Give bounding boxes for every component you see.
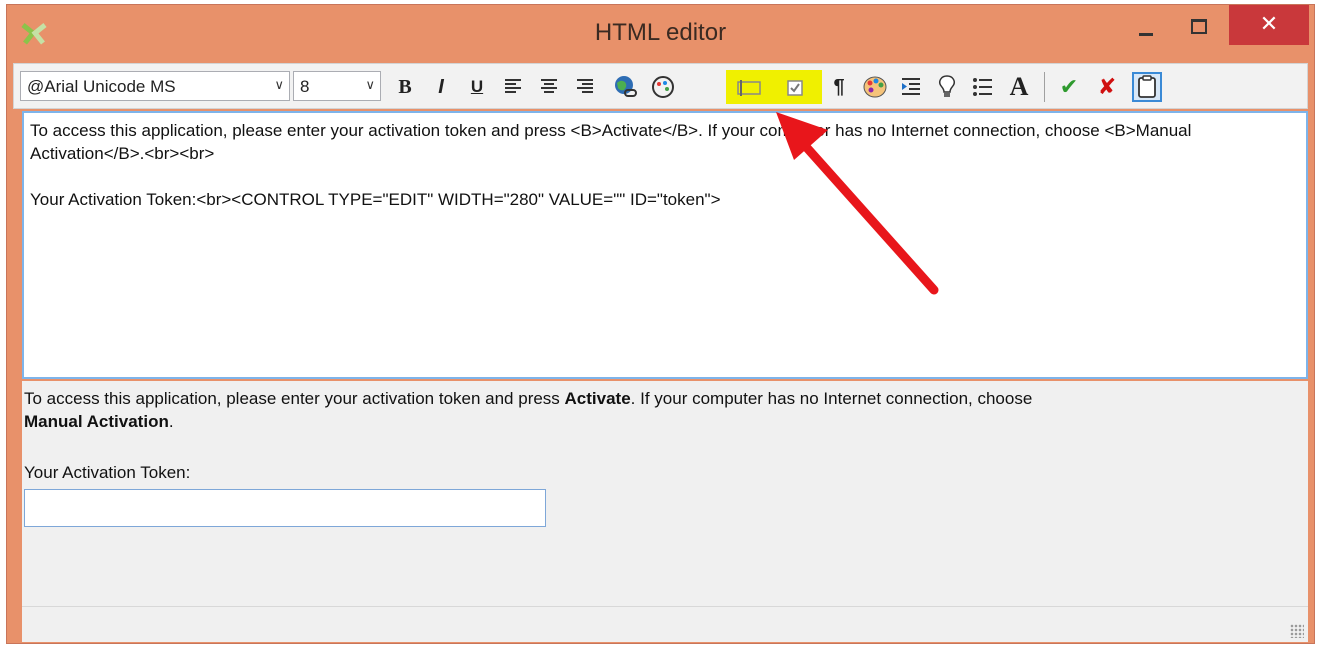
align-right-button[interactable] xyxy=(570,72,600,102)
preview-toggle-button[interactable] xyxy=(1132,72,1162,102)
align-left-icon xyxy=(505,79,521,93)
bullet-list-button[interactable] xyxy=(968,72,998,102)
preview-text: To access this application, please enter… xyxy=(24,389,565,408)
toolbar-separator xyxy=(1044,72,1045,102)
preview-text: . If your computer has no Internet conne… xyxy=(630,389,1033,408)
cancel-button[interactable]: ✘ xyxy=(1092,72,1122,102)
font-family-value: @Arial Unicode MS xyxy=(27,77,176,96)
checkbox-icon xyxy=(787,80,803,96)
tips-button[interactable] xyxy=(932,72,962,102)
align-center-icon xyxy=(541,79,557,93)
align-center-button[interactable] xyxy=(534,72,564,102)
preview-text: . xyxy=(168,412,174,431)
indent-button[interactable] xyxy=(896,72,926,102)
font-family-select[interactable]: @Arial Unicode MS ∨ xyxy=(20,71,290,101)
chevron-down-icon: ∨ xyxy=(274,77,284,92)
html-preview-pane: To access this application, please enter… xyxy=(22,381,1308,607)
align-right-icon xyxy=(577,79,593,93)
align-left-button[interactable] xyxy=(498,72,528,102)
indent-icon xyxy=(902,78,920,95)
status-bar xyxy=(22,606,1308,642)
clipboard-icon xyxy=(1138,75,1156,98)
insert-edit-control-button[interactable] xyxy=(734,72,764,102)
insert-checkbox-control-button[interactable] xyxy=(780,72,810,102)
palette-icon xyxy=(863,76,887,98)
bold-button[interactable]: B xyxy=(390,72,420,102)
resize-grip-icon[interactable] xyxy=(1290,624,1304,638)
maximize-button[interactable] xyxy=(1175,5,1219,45)
color-button[interactable] xyxy=(860,72,890,102)
insert-image-button[interactable] xyxy=(648,72,678,102)
font-style-button[interactable]: A xyxy=(1004,72,1034,102)
insert-link-button[interactable] xyxy=(610,72,640,102)
font-size-value: 8 xyxy=(300,77,310,96)
title-bar[interactable]: HTML editor ✕ xyxy=(7,5,1314,63)
window-title: HTML editor xyxy=(594,19,727,46)
paragraph-button[interactable]: ¶ xyxy=(824,72,854,102)
preview-paragraph: To access this application, please enter… xyxy=(24,387,1304,433)
globe-link-icon xyxy=(615,76,637,97)
italic-button[interactable]: I xyxy=(426,72,456,102)
font-size-select[interactable]: 8 ∨ xyxy=(293,71,381,101)
bullet-list-icon xyxy=(973,78,992,96)
close-button[interactable]: ✕ xyxy=(1229,5,1309,45)
preview-bold-activate: Activate xyxy=(564,389,631,408)
image-icon xyxy=(652,76,674,98)
html-editor-window: HTML editor ✕ @Arial Unicode MS ∨ 8 ∨ B … xyxy=(6,4,1315,644)
underline-button[interactable]: U xyxy=(462,72,492,102)
preview-bold-manual: Manual Activation xyxy=(24,412,169,431)
chevron-down-icon: ∨ xyxy=(365,77,375,92)
apply-button[interactable]: ✔ xyxy=(1054,72,1084,102)
minimize-button[interactable] xyxy=(1124,5,1168,45)
text-field-icon xyxy=(737,80,761,96)
lightbulb-icon xyxy=(939,75,955,97)
activation-token-input[interactable] xyxy=(24,489,546,527)
formatting-toolbar: @Arial Unicode MS ∨ 8 ∨ B I U ¶ A ✔ ✘ xyxy=(13,63,1308,109)
token-label: Your Activation Token: xyxy=(24,463,191,482)
html-source-editor[interactable]: To access this application, please enter… xyxy=(22,111,1308,379)
